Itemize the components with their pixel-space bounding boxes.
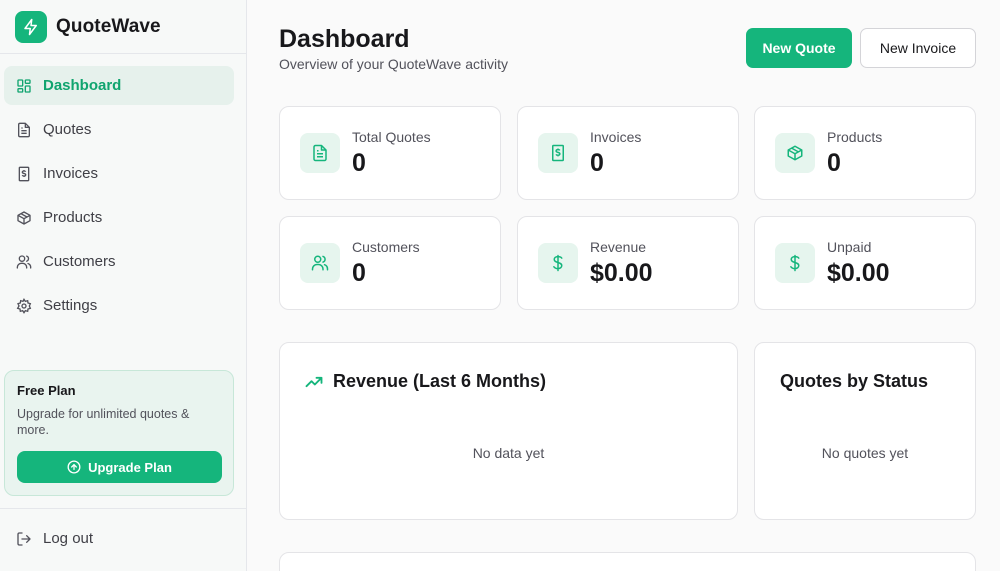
- stat-value: 0: [827, 149, 841, 177]
- brand-name: QuoteWave: [56, 15, 161, 37]
- sidebar-item-customers[interactable]: Customers: [4, 242, 234, 281]
- dashboard-grid-icon: [16, 78, 32, 94]
- stat-value: 0: [352, 259, 366, 287]
- revenue-empty-state: No data yet: [472, 445, 545, 461]
- revenue-panel-title: Revenue (Last 6 Months): [304, 371, 546, 392]
- bolt-icon: [15, 10, 47, 43]
- page-title: Dashboard: [279, 25, 410, 53]
- arrow-up-circle-icon: [67, 460, 81, 474]
- sidebar-item-dashboard[interactable]: Dashboard: [4, 66, 234, 105]
- page-subtitle: Overview of your QuoteWave activity: [279, 56, 509, 72]
- plan-description: Upgrade for unlimited quotes & more.: [17, 407, 190, 437]
- stat-card-revenue: Revenue $0.00: [517, 216, 739, 310]
- stat-value: $0.00: [827, 259, 890, 287]
- document-icon: [16, 122, 32, 138]
- sidebar-item-settings[interactable]: Settings: [4, 286, 234, 325]
- brand[interactable]: QuoteWave: [0, 0, 246, 54]
- receipt-dollar-icon: [16, 166, 32, 182]
- new-invoice-button[interactable]: New Invoice: [860, 28, 976, 68]
- users-icon: [16, 254, 32, 270]
- stat-label: Total Quotes: [352, 129, 431, 145]
- stat-label: Unpaid: [827, 239, 872, 255]
- revenue-chart-panel: Revenue (Last 6 Months) No data yet: [279, 342, 738, 520]
- document-icon: [300, 133, 340, 173]
- stat-card-invoices: Invoices 0: [517, 106, 739, 200]
- sidebar: QuoteWave Dashboard Quotes Invoices Prod…: [0, 0, 247, 571]
- stat-label: Revenue: [590, 239, 647, 255]
- logout-icon: [16, 531, 32, 547]
- stat-value: 0: [590, 149, 604, 177]
- bottom-panel: [279, 552, 976, 571]
- upgrade-plan-button[interactable]: Upgrade Plan: [17, 451, 222, 483]
- stat-card-unpaid: Unpaid $0.00: [754, 216, 976, 310]
- revenue-panel-title-text: Revenue (Last 6 Months): [333, 371, 547, 391]
- dollar-icon: [538, 243, 578, 283]
- main-content: Dashboard Overview of your QuoteWave act…: [247, 0, 1000, 571]
- box-icon: [775, 133, 815, 173]
- plan-card: Free Plan Upgrade for unlimited quotes &…: [4, 370, 234, 496]
- stat-card-customers: Customers 0: [279, 216, 501, 310]
- sidebar-item-invoices[interactable]: Invoices: [4, 154, 234, 193]
- sidebar-item-quotes[interactable]: Quotes: [4, 110, 234, 149]
- users-icon: [300, 243, 340, 283]
- stat-card-total-quotes: Total Quotes 0: [279, 106, 501, 200]
- sidebar-item-label: Products: [43, 209, 103, 226]
- sidebar-item-products[interactable]: Products: [4, 198, 234, 237]
- logout-button[interactable]: Log out: [16, 530, 93, 547]
- box-icon: [16, 210, 32, 226]
- sidebar-item-label: Dashboard: [43, 77, 122, 94]
- divider: [0, 508, 246, 509]
- new-quote-button[interactable]: New Quote: [746, 28, 852, 68]
- stat-value: 0: [352, 149, 366, 177]
- quotes-status-panel: Quotes by Status No quotes yet: [754, 342, 976, 520]
- stat-label: Customers: [352, 239, 420, 255]
- sidebar-nav: Dashboard Quotes Invoices Products Custo…: [4, 66, 234, 330]
- stat-label: Invoices: [590, 129, 642, 145]
- gear-icon: [16, 297, 32, 314]
- trending-up-icon: [304, 372, 324, 392]
- stat-label: Products: [827, 129, 883, 145]
- sidebar-item-label: Quotes: [43, 121, 92, 138]
- sidebar-item-label: Settings: [43, 297, 98, 314]
- status-panel-title: Quotes by Status: [780, 371, 929, 391]
- upgrade-plan-label: Upgrade Plan: [88, 459, 172, 475]
- dollar-icon: [775, 243, 815, 283]
- sidebar-item-label: Customers: [43, 253, 116, 270]
- plan-title: Free Plan: [17, 383, 76, 398]
- receipt-dollar-icon: [538, 133, 578, 173]
- stat-card-products: Products 0: [754, 106, 976, 200]
- status-empty-state: No quotes yet: [821, 445, 909, 461]
- sidebar-item-label: Invoices: [43, 165, 99, 182]
- stat-value: $0.00: [590, 259, 653, 287]
- logout-label: Log out: [43, 530, 94, 547]
